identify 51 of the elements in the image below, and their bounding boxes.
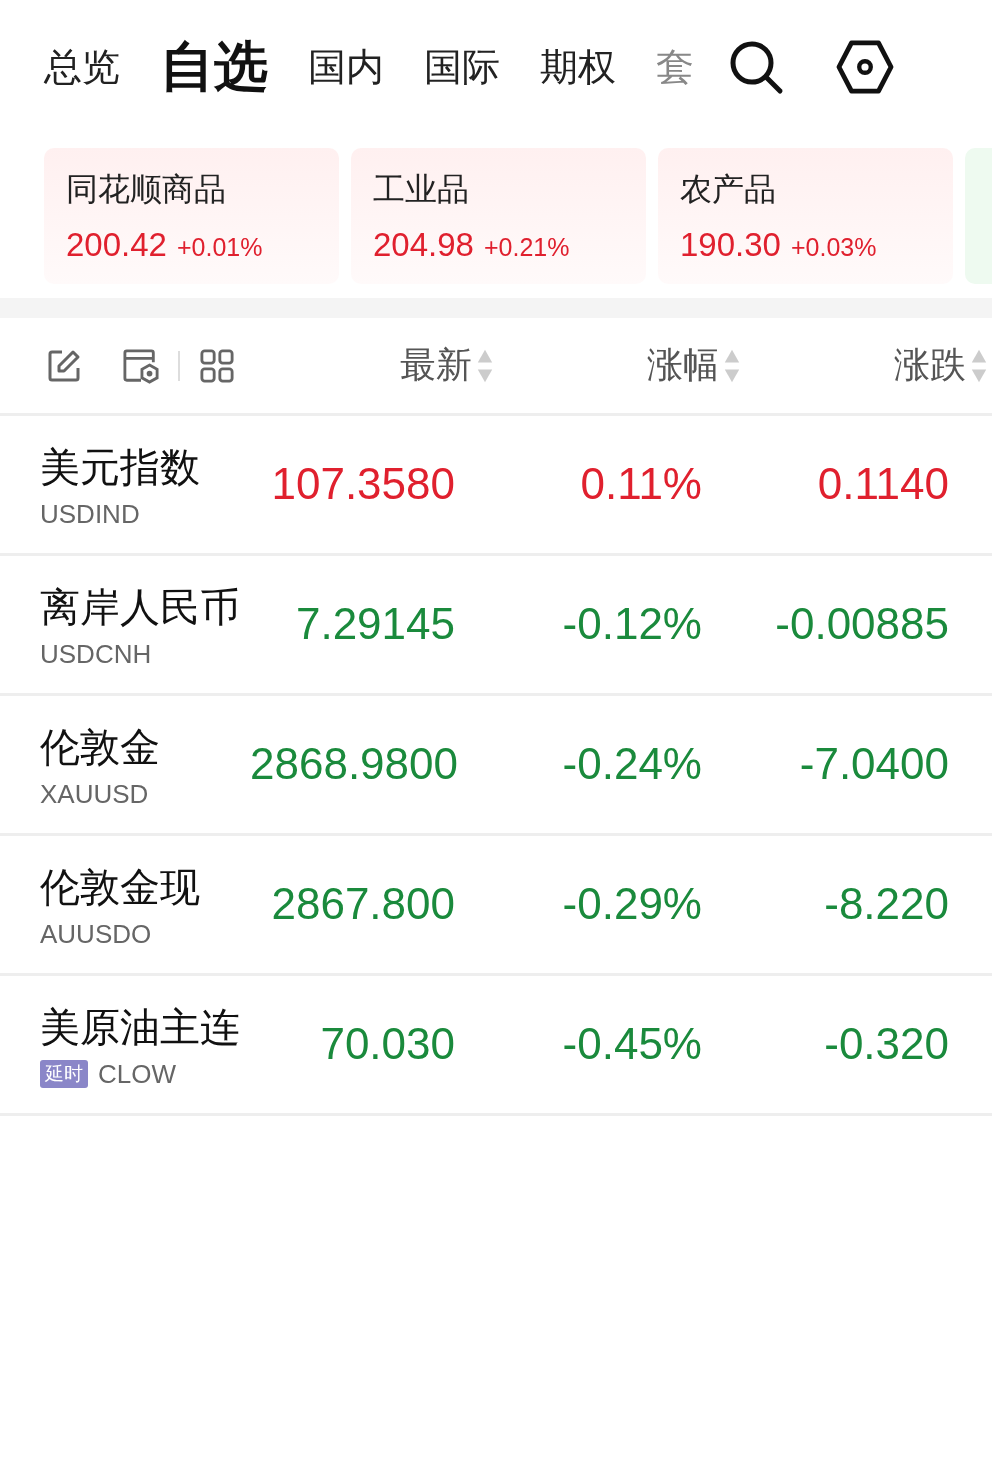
- change-cell-text: 0.1140: [816, 458, 949, 511]
- column-header[interactable]: 涨幅: [647, 341, 719, 390]
- index-card[interactable]: 农产品 190.30 +0.03%: [658, 148, 953, 284]
- percent-change-cell-text: 0.11%: [579, 458, 702, 511]
- instrument-code: XAUUSD: [40, 778, 149, 810]
- change-cell-text: -0.00885: [774, 598, 949, 651]
- tab[interactable]: 国内: [308, 41, 384, 93]
- instrument-code: USDCNH: [40, 638, 152, 670]
- column-header[interactable]: 最新: [400, 341, 472, 390]
- percent-change-cell-text: -0.29%: [561, 878, 702, 931]
- percent-change-cell-text: -0.45%: [561, 1018, 702, 1071]
- instrument-code: AUUSDO: [40, 918, 152, 950]
- tab[interactable]: 期权: [540, 41, 616, 93]
- card-change: +0.03%: [790, 233, 877, 262]
- column-header[interactable]: 涨跌: [894, 341, 966, 390]
- search-icon[interactable]: [728, 39, 784, 95]
- card-value: 200.42: [66, 226, 167, 264]
- card-title: 农产品: [680, 169, 777, 210]
- card-title: 工业品: [373, 169, 470, 210]
- change-cell-text: -7.0400: [798, 738, 949, 791]
- price-cell-text: 7.29145: [294, 598, 455, 651]
- price-cell: 2868.9800: [250, 738, 455, 791]
- card-change: +0.01%: [176, 233, 263, 262]
- tab[interactable]: 国际: [424, 41, 500, 93]
- card-value: 190.30: [680, 226, 781, 264]
- instrument-name[interactable]: 伦敦金现: [40, 859, 250, 915]
- instrument-name[interactable]: 美原油主连: [40, 999, 250, 1055]
- index-card[interactable]: 工业品 204.98 +0.21%: [351, 148, 646, 284]
- folder-settings-icon[interactable]: [122, 347, 160, 384]
- percent-change-cell-text: -0.24%: [561, 738, 702, 791]
- card-value: 204.98: [373, 226, 474, 264]
- percent-change-cell-text: -0.12%: [561, 598, 702, 651]
- settings-icon[interactable]: [836, 40, 894, 94]
- change-cell-text: -8.220: [823, 878, 949, 931]
- card-change: +0.21%: [483, 233, 570, 262]
- change-cell-text: -0.320: [823, 1018, 949, 1071]
- delay-badge: 延时: [40, 1060, 88, 1088]
- index-card[interactable]: 同花顺商品 200.42 +0.01%: [44, 148, 339, 284]
- price-cell-text: 70.030: [319, 1018, 455, 1071]
- tab[interactable]: 总览: [44, 41, 120, 93]
- price-cell-text: 2867.800: [270, 878, 455, 931]
- instrument-name[interactable]: 离岸人民币: [40, 579, 250, 635]
- instrument-name[interactable]: 美元指数: [40, 439, 250, 495]
- grid-icon[interactable]: [200, 348, 234, 383]
- instrument-name[interactable]: 伦敦金: [40, 719, 250, 775]
- card-title: 同花顺商品: [66, 169, 227, 210]
- instrument-code: USDIND: [40, 498, 140, 530]
- tab[interactable]: 套: [656, 41, 694, 93]
- instrument-code: CLOW: [98, 1058, 176, 1090]
- price-cell-text: 107.3580: [270, 458, 455, 511]
- tab[interactable]: 自选: [160, 30, 268, 104]
